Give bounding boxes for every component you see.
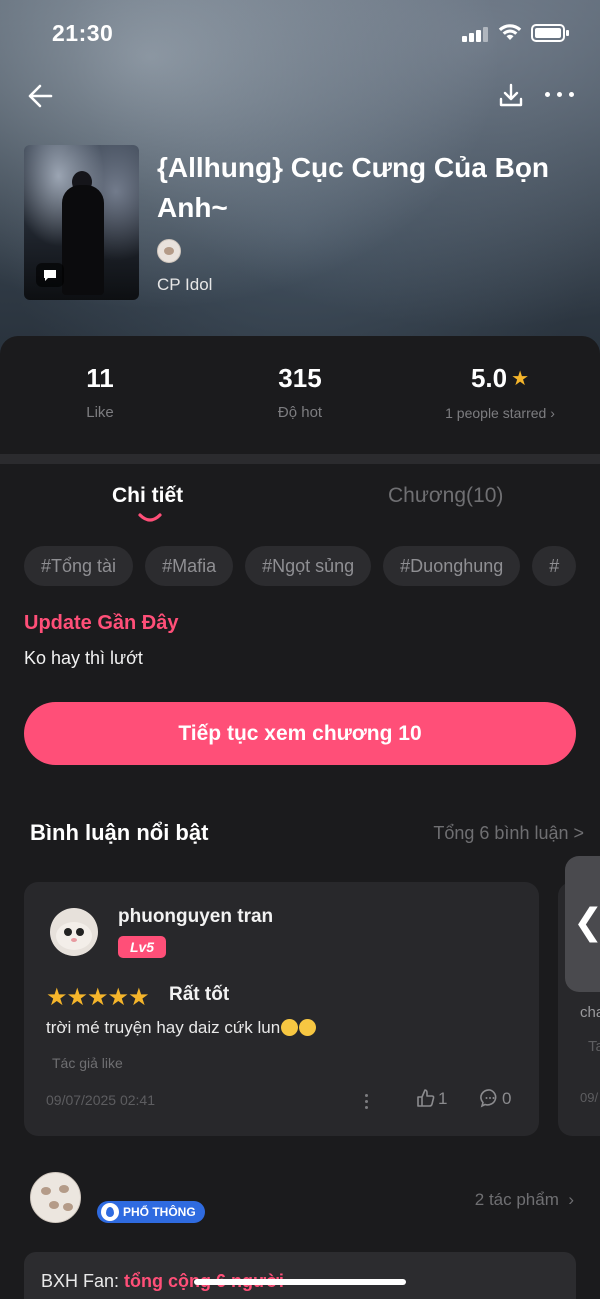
comments-total-link[interactable]: Tổng 6 bình luận > [433, 823, 584, 844]
author-liked-label: Tác giả like [52, 1055, 123, 1071]
status-bar: 21:30 [0, 18, 600, 50]
tag-chip[interactable]: #Tổng tài [24, 546, 134, 586]
tab-detail[interactable]: Chi tiết [112, 484, 183, 508]
chevron-left-icon: ❮ [573, 902, 600, 942]
rating-stars: ★★★★★ [46, 983, 150, 1011]
continue-reading-button[interactable]: Tiếp tục xem chương 10 [24, 702, 576, 765]
star-icon: ★ [87, 984, 108, 1011]
fan-ranking-label: BXH Fan: [41, 1271, 120, 1291]
tag-chip[interactable]: # [532, 546, 576, 586]
star-icon: ★ [46, 984, 67, 1011]
recent-update-text: Ko hay thì lướt [24, 648, 143, 668]
star-icon: ★ [107, 984, 129, 1011]
section-divider [0, 454, 600, 464]
stat-rating-value: 5.0 [470, 363, 508, 393]
commenter-avatar[interactable] [50, 908, 98, 956]
download-icon[interactable] [498, 82, 524, 110]
book-title: {Allhung} Cục Cưng Của Bọn Anh~ [157, 152, 550, 223]
peek-text: cha [580, 1004, 600, 1021]
emoji-icon [281, 1019, 299, 1036]
comment-more-icon[interactable] [364, 1092, 370, 1110]
book-category[interactable]: CP Idol [157, 275, 212, 295]
flame-icon [101, 1203, 119, 1221]
fan-ranking-card[interactable]: BXH Fan: tổng cộng 6 người [24, 1252, 576, 1299]
reply-bubble-icon [480, 1089, 497, 1108]
stat-like-label: Like [86, 404, 114, 421]
star-icon: ★ [128, 984, 149, 1011]
reply-count: 0 [502, 1089, 512, 1108]
side-drawer-handle[interactable]: ❮ [565, 856, 600, 992]
peek-text: Ta [588, 1038, 600, 1055]
comment-text: trời mé truyện hay daiz cứk lun [46, 1018, 281, 1037]
author-avatar[interactable] [157, 239, 181, 263]
content-panel [0, 336, 600, 1299]
peek-date: 09/ [580, 1090, 599, 1105]
comment-body: trời mé truyện hay daiz cứk lun [46, 1018, 317, 1038]
comments-heading: Bình luận nổi bật [30, 820, 209, 845]
like-count: 1 [438, 1089, 448, 1108]
stat-like-value: 11 [86, 363, 114, 393]
tier-badge: PHỔ THÔNG [97, 1201, 205, 1223]
stat-hot-value: 315 [278, 363, 322, 393]
battery-icon [531, 24, 569, 42]
star-icon: ★ [66, 984, 88, 1011]
tag-list: #Tổng tài #Mafia #Ngọt sủng #Duonghung # [24, 546, 576, 586]
home-indicator[interactable] [194, 1279, 406, 1285]
recent-update-title: Update Gần Đây [24, 612, 179, 634]
author-works-count: 2 tác phẩm [474, 1190, 559, 1209]
commenter-name[interactable]: phuonguyen tran [118, 906, 273, 928]
chevron-right-icon: › [568, 1190, 574, 1209]
comment-reply-button[interactable]: 0 [480, 1088, 511, 1112]
comment-like-button[interactable]: 1 [416, 1088, 447, 1112]
back-arrow-icon[interactable] [26, 82, 54, 110]
tag-chip[interactable]: #Mafia [145, 546, 234, 586]
status-time: 21:30 [52, 20, 114, 46]
stat-rating[interactable]: 5.0 ★ 1 people starred › [400, 362, 600, 421]
star-icon: ★ [511, 368, 530, 390]
book-cover[interactable] [24, 145, 139, 300]
tag-chip[interactable]: #Duonghung [383, 546, 521, 586]
active-tab-indicator [138, 513, 162, 522]
stat-like: 11 Like [0, 362, 200, 421]
level-badge: Lv5 [118, 936, 166, 958]
emoji-icon [299, 1019, 317, 1036]
chat-bubble-icon [36, 263, 64, 287]
stat-hot-label: Độ hot [277, 404, 323, 421]
comment-card[interactable]: phuonguyen tran Lv5 ★★★★★ Rất tốt trời m… [24, 882, 539, 1136]
tab-chapters[interactable]: Chương(10) [388, 484, 503, 508]
tier-badge-label: PHỔ THÔNG [123, 1205, 196, 1219]
rating-text: Rất tốt [169, 984, 230, 1005]
cellular-signal-icon [462, 26, 488, 42]
wifi-icon [498, 24, 522, 40]
more-options-icon[interactable] [544, 90, 576, 100]
comment-date: 09/07/2025 02:41 [46, 1092, 155, 1108]
stat-rating-label: 1 people starred [445, 405, 547, 421]
author-works-link[interactable]: 2 tác phẩm › [475, 1190, 574, 1210]
thumbs-up-icon [417, 1089, 435, 1107]
stat-hot: 315 Độ hot [200, 362, 400, 421]
author-avatar-large[interactable] [30, 1172, 81, 1223]
tag-chip[interactable]: #Ngọt sủng [245, 546, 372, 586]
chevron-right-icon: › [550, 405, 555, 421]
cover-figure [62, 185, 104, 295]
